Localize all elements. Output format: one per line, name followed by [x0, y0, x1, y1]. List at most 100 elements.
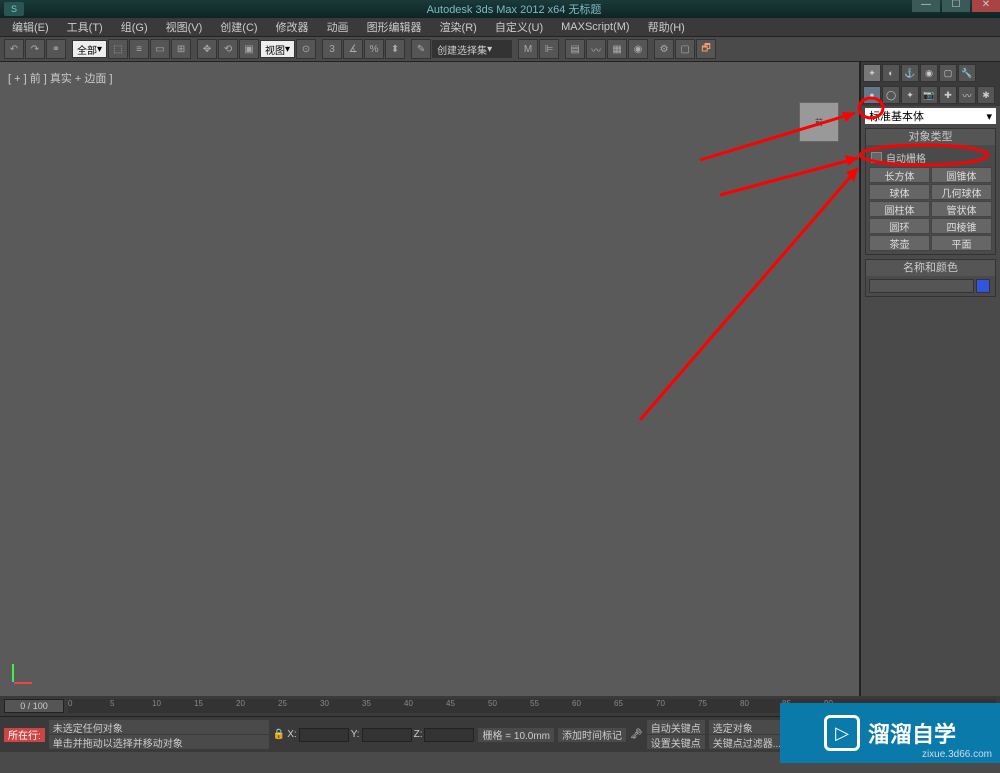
- time-tick: 55: [530, 699, 539, 708]
- window-title: Autodesk 3ds Max 2012 x64 无标题: [32, 1, 996, 17]
- viewport[interactable]: [ + ] 前 ] 真实 + 边面 ] 前: [0, 62, 860, 696]
- utilities-tab[interactable]: 🔧: [958, 64, 976, 82]
- render-button[interactable]: 🗗: [696, 39, 716, 59]
- viewcube[interactable]: 前: [799, 102, 839, 142]
- layer-button[interactable]: ▤: [565, 39, 585, 59]
- menu-group[interactable]: 组(G): [113, 18, 156, 36]
- selection-filter-dropdown[interactable]: 全部 ▾: [72, 40, 107, 58]
- helpers-subtab[interactable]: ✚: [939, 86, 957, 104]
- time-tick: 70: [656, 699, 665, 708]
- teapot-button[interactable]: 茶壶: [869, 235, 930, 251]
- viewport-label[interactable]: [ + ] 前 ] 真实 + 边面 ]: [8, 70, 113, 86]
- modify-tab[interactable]: ◐: [882, 64, 900, 82]
- menu-tools[interactable]: 工具(T): [59, 18, 111, 36]
- time-slider[interactable]: 0 / 100: [4, 699, 64, 713]
- cylinder-button[interactable]: 圆柱体: [869, 201, 930, 217]
- time-tick: 30: [320, 699, 329, 708]
- close-button[interactable]: ✕: [972, 0, 1000, 12]
- menu-animation[interactable]: 动画: [319, 18, 357, 36]
- time-tick: 65: [614, 699, 623, 708]
- shapes-subtab[interactable]: ◯: [882, 86, 900, 104]
- window-crossing-button[interactable]: ⊞: [171, 39, 191, 59]
- time-tick: 35: [362, 699, 371, 708]
- time-tag-button[interactable]: 添加时间标记: [558, 728, 626, 742]
- edit-selection-button[interactable]: ✎: [411, 39, 431, 59]
- select-region-button[interactable]: ▭: [150, 39, 170, 59]
- tube-button[interactable]: 管状体: [931, 201, 992, 217]
- object-color-swatch[interactable]: [976, 279, 990, 293]
- selected-obj-dropdown[interactable]: 选定对象: [709, 720, 785, 734]
- autogrid-row[interactable]: 自动栅格: [869, 148, 992, 167]
- systems-subtab[interactable]: ✱: [977, 86, 995, 104]
- key-icon[interactable]: 🗝: [630, 729, 643, 740]
- autogrid-checkbox[interactable]: [871, 152, 882, 163]
- box-button[interactable]: 长方体: [869, 167, 930, 183]
- sphere-button[interactable]: 球体: [869, 184, 930, 200]
- percent-snap-button[interactable]: %: [364, 39, 384, 59]
- move-button[interactable]: ✥: [197, 39, 217, 59]
- set-key-button[interactable]: 设置关键点: [647, 735, 705, 749]
- geosphere-button[interactable]: 几何球体: [931, 184, 992, 200]
- mirror-button[interactable]: M: [518, 39, 538, 59]
- menu-help[interactable]: 帮助(H): [640, 18, 693, 36]
- material-editor-button[interactable]: ◉: [628, 39, 648, 59]
- menu-edit[interactable]: 编辑(E): [4, 18, 57, 36]
- hierarchy-tab[interactable]: ⚓: [901, 64, 919, 82]
- lights-subtab[interactable]: ✦: [901, 86, 919, 104]
- spacewarps-subtab[interactable]: 〰: [958, 86, 976, 104]
- object-type-rollout: 对象类型 自动栅格 长方体 圆锥体 球体 几何球体 圆柱体 管状体 圆环 四棱锥…: [865, 128, 996, 255]
- primitive-category-dropdown[interactable]: 标准基本体▾: [865, 108, 996, 124]
- menu-rendering[interactable]: 渲染(R): [432, 18, 485, 36]
- object-name-input[interactable]: [869, 279, 974, 293]
- lock-icon[interactable]: 🔒: [273, 729, 285, 740]
- pivot-button[interactable]: ⊙: [296, 39, 316, 59]
- name-color-header[interactable]: 名称和颜色: [866, 260, 995, 276]
- time-tick: 75: [698, 699, 707, 708]
- cone-button[interactable]: 圆锥体: [931, 167, 992, 183]
- redo-button[interactable]: ↷: [25, 39, 45, 59]
- curve-editor-button[interactable]: 〰: [586, 39, 606, 59]
- rotate-button[interactable]: ⟲: [218, 39, 238, 59]
- menu-maxscript[interactable]: MAXScript(M): [553, 20, 637, 34]
- axis-gizmo-icon: [12, 654, 42, 684]
- align-button[interactable]: ⊫: [539, 39, 559, 59]
- minimize-button[interactable]: —: [912, 0, 940, 12]
- prompt-hint: 单击并拖动以选择并移动对象: [49, 735, 269, 749]
- select-name-button[interactable]: ≡: [129, 39, 149, 59]
- key-filters-button[interactable]: 关键点过滤器...: [709, 735, 785, 749]
- angle-snap-button[interactable]: ∡: [343, 39, 363, 59]
- plane-button[interactable]: 平面: [931, 235, 992, 251]
- motion-tab[interactable]: ◉: [920, 64, 938, 82]
- geometry-subtab[interactable]: ●: [863, 86, 881, 104]
- object-type-header[interactable]: 对象类型: [866, 129, 995, 145]
- watermark-text: 溜溜自学: [868, 717, 956, 749]
- menu-customize[interactable]: 自定义(U): [487, 18, 551, 36]
- menu-view[interactable]: 视图(V): [158, 18, 211, 36]
- render-setup-button[interactable]: ⚙: [654, 39, 674, 59]
- snap-button[interactable]: 3: [322, 39, 342, 59]
- y-coord-input[interactable]: [362, 728, 412, 742]
- auto-key-button[interactable]: 自动关键点: [647, 720, 705, 734]
- render-frame-button[interactable]: ▢: [675, 39, 695, 59]
- selection-status: 未选定任何对象: [49, 720, 269, 734]
- x-coord-input[interactable]: [299, 728, 349, 742]
- create-tab[interactable]: ✦: [863, 64, 881, 82]
- undo-button[interactable]: ↶: [4, 39, 24, 59]
- link-button[interactable]: ⚭: [46, 39, 66, 59]
- menu-create[interactable]: 创建(C): [212, 18, 265, 36]
- pyramid-button[interactable]: 四棱锥: [931, 218, 992, 234]
- named-selection-dropdown[interactable]: 创建选择集 ▾: [432, 40, 512, 58]
- menu-graph-editors[interactable]: 图形编辑器: [359, 18, 430, 36]
- spinner-snap-button[interactable]: ⬍: [385, 39, 405, 59]
- schematic-button[interactable]: ▦: [607, 39, 627, 59]
- cameras-subtab[interactable]: 📷: [920, 86, 938, 104]
- display-tab[interactable]: ▢: [939, 64, 957, 82]
- select-button[interactable]: ⬚: [108, 39, 128, 59]
- scale-button[interactable]: ▣: [239, 39, 259, 59]
- torus-button[interactable]: 圆环: [869, 218, 930, 234]
- maximize-button[interactable]: ☐: [942, 0, 970, 12]
- menu-modifiers[interactable]: 修改器: [268, 18, 317, 36]
- command-panel-tabs: ✦ ◐ ⚓ ◉ ▢ 🔧: [861, 62, 1000, 84]
- ref-coord-dropdown[interactable]: 视图 ▾: [260, 40, 295, 58]
- z-coord-input[interactable]: [424, 728, 474, 742]
